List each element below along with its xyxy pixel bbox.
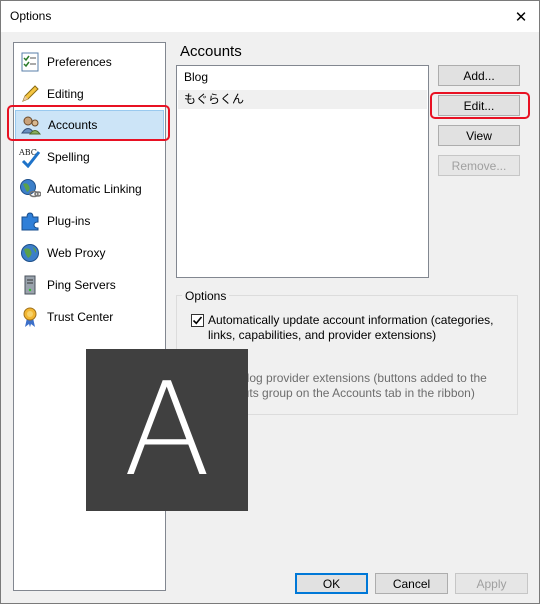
sidebar-item-label: Plug-ins: [47, 214, 91, 228]
checkmark-icon: [192, 316, 203, 325]
globe-link-icon: [18, 177, 42, 201]
spelling-icon: ABC: [18, 145, 42, 169]
cancel-button[interactable]: Cancel: [375, 573, 448, 594]
sidebar-item-plug-ins[interactable]: Plug-ins: [15, 206, 164, 236]
sidebar-item-label: Automatic Linking: [47, 182, 142, 196]
title-bar: Options ✕: [1, 1, 539, 32]
pencil-icon: [18, 82, 42, 106]
options-dialog: Options ✕ Preferences Editing Accounts A…: [0, 0, 540, 604]
auto-update-label: Automatically update account information…: [208, 313, 494, 342]
add-button[interactable]: Add...: [438, 65, 520, 86]
options-group-label: Options: [182, 289, 230, 303]
accounts-list[interactable]: Blog もぐらくん: [176, 65, 429, 278]
sidebar-item-label: Ping Servers: [47, 278, 116, 292]
sidebar-item-label: Preferences: [47, 55, 112, 69]
remove-button[interactable]: Remove...: [438, 155, 520, 176]
sidebar-item-automatic-linking[interactable]: Automatic Linking: [15, 174, 164, 204]
close-icon: ✕: [514, 8, 528, 26]
sidebar-item-ping-servers[interactable]: Ping Servers: [15, 270, 164, 300]
ok-button[interactable]: OK: [295, 573, 368, 594]
view-button[interactable]: View: [438, 125, 520, 146]
globe-icon: [18, 241, 42, 265]
edit-highlight-outline: [430, 92, 530, 119]
allow-extensions-label: Allow blog provider extensions (buttons …: [208, 371, 487, 400]
list-item[interactable]: もぐらくん: [178, 90, 427, 109]
preferences-icon: [18, 50, 42, 74]
sidebar-item-label: Editing: [47, 87, 84, 101]
sidebar-item-spelling[interactable]: ABC Spelling: [15, 142, 164, 172]
sidebar-item-trust-center[interactable]: Trust Center: [15, 302, 164, 332]
auto-update-checkbox[interactable]: [191, 314, 204, 327]
ribbon-icon: [18, 305, 42, 329]
page-title: Accounts: [180, 43, 242, 60]
close-button[interactable]: ✕: [503, 1, 539, 32]
annotation-letter-tile: A: [86, 349, 248, 511]
sidebar-item-label: Spelling: [47, 150, 90, 164]
sidebar-item-preferences[interactable]: Preferences: [15, 47, 164, 77]
apply-button[interactable]: Apply: [455, 573, 528, 594]
list-item[interactable]: Blog: [178, 68, 427, 87]
window-title: Options: [10, 9, 52, 23]
accounts-highlight-outline: [7, 105, 170, 141]
sidebar-item-label: Trust Center: [47, 310, 114, 324]
puzzle-icon: [18, 209, 42, 233]
svg-text:ABC: ABC: [18, 148, 37, 157]
server-icon: [18, 273, 42, 297]
sidebar-item-label: Web Proxy: [47, 246, 106, 260]
sidebar-item-web-proxy[interactable]: Web Proxy: [15, 238, 164, 268]
